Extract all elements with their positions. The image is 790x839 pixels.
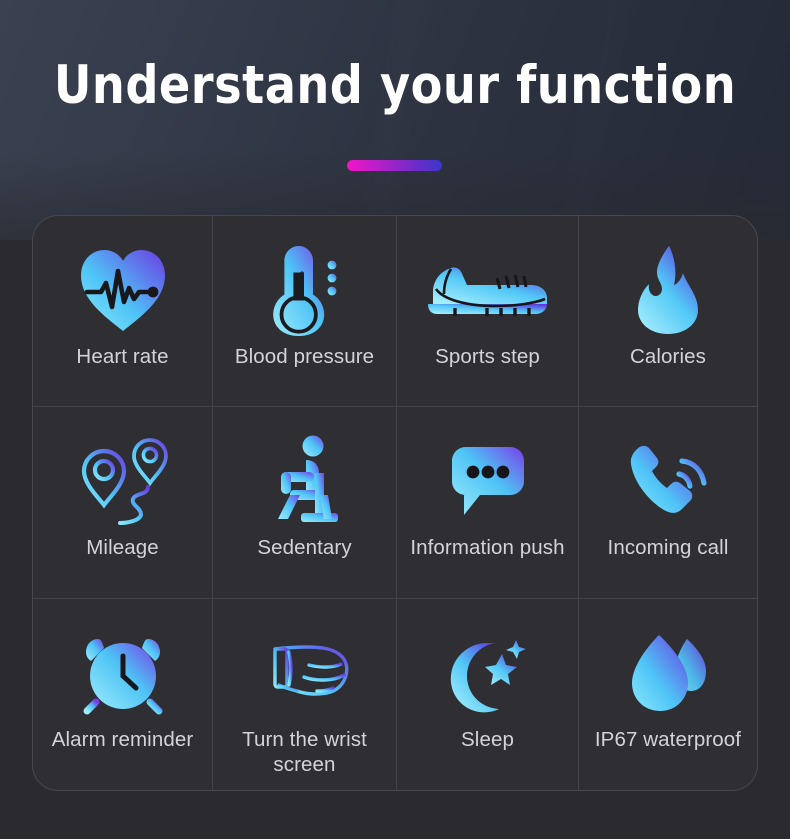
- feature-label: Mileage: [86, 536, 159, 560]
- feature-label: Turn the wrist screen: [242, 727, 367, 777]
- feature-cell-ip67-waterproof[interactable]: IP67 waterproof: [579, 599, 757, 790]
- feature-label: Heart rate: [76, 345, 169, 368]
- feature-label: Information push: [410, 536, 565, 560]
- feature-label: Incoming call: [607, 536, 729, 560]
- alarm-clock-icon: [80, 621, 166, 725]
- feature-cell-heart-rate[interactable]: Heart rate: [33, 216, 213, 408]
- feature-cell-incoming-call[interactable]: Incoming call: [579, 407, 757, 599]
- feature-cell-sleep[interactable]: Sleep: [397, 598, 579, 790]
- water-drops-icon: [629, 621, 707, 725]
- feature-label: Blood pressure: [234, 345, 375, 368]
- feature-label: Calories: [630, 345, 706, 368]
- feature-label: Alarm reminder: [51, 727, 194, 751]
- chat-bubble-icon: [450, 429, 526, 533]
- feature-label: Sports step: [435, 345, 540, 368]
- wrist-watch-hand-icon: [248, 621, 361, 725]
- feature-cell-mileage[interactable]: Mileage: [33, 407, 213, 599]
- heart-rate-icon: [77, 238, 169, 342]
- phone-ringing-icon: [627, 429, 709, 533]
- feature-label: IP67 waterproof: [594, 727, 742, 751]
- feature-cell-information-push[interactable]: Information push: [397, 407, 579, 599]
- map-pin-route-icon: [75, 429, 171, 533]
- feature-cell-turn-wrist-screen[interactable]: Turn the wrist screen: [213, 598, 397, 790]
- thermometer-icon: [269, 238, 341, 342]
- feature-cell-sedentary[interactable]: Sedentary: [213, 407, 397, 599]
- feature-cell-calories[interactable]: Calories: [579, 216, 757, 408]
- accent-divider-bar: [347, 160, 442, 171]
- feature-label: Sleep: [461, 727, 514, 751]
- background-sheen: [0, 0, 790, 240]
- feature-grid: Heart rate Blood pressure Sports step Ca…: [32, 215, 758, 791]
- feature-cell-sports-step[interactable]: Sports step: [397, 216, 579, 408]
- page-title: Understand your function: [53, 55, 737, 116]
- sitting-person-icon: [270, 429, 340, 533]
- feature-label: Sedentary: [257, 536, 352, 560]
- feature-cell-alarm-reminder[interactable]: Alarm reminder: [33, 598, 213, 790]
- flame-icon: [635, 238, 701, 342]
- feature-cell-blood-pressure[interactable]: Blood pressure: [213, 216, 397, 408]
- sport-shoe-icon: [425, 238, 551, 342]
- moon-stars-icon: [446, 621, 530, 725]
